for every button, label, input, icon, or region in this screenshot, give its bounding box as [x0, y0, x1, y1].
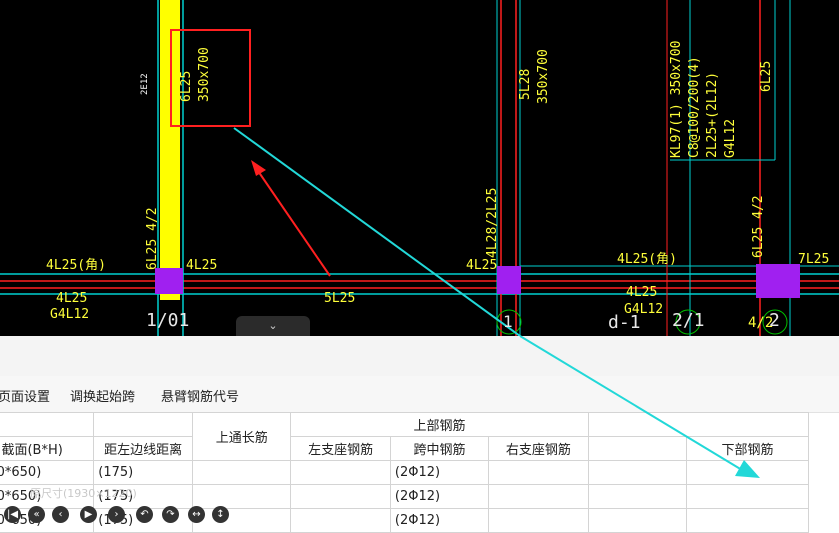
column-header[interactable] — [0, 412, 95, 437]
beam-spec-label: C8@100/200(4) — [687, 56, 702, 158]
cell-bottom-through[interactable] — [587, 460, 687, 485]
column-header-right-support[interactable]: 右支座钢筋 — [488, 436, 589, 461]
column-header-section[interactable]: 截面(B*H) — [0, 436, 95, 461]
cell-bottom-through[interactable] — [587, 508, 687, 533]
table-row[interactable]: (350*650) (175) (2Φ12) — [0, 460, 810, 485]
image-size-watermark: 原尺寸(1930×1220) — [30, 487, 137, 500]
chevron-down-icon: ⌄ — [268, 319, 278, 332]
back-icon[interactable]: ‹ — [52, 506, 69, 523]
column-header-bottom-through[interactable]: 下通长筋 — [587, 436, 687, 461]
play-icon[interactable]: ▶ — [80, 506, 97, 523]
cell-left-support[interactable] — [290, 484, 391, 509]
cell-section[interactable]: (350*650) — [0, 460, 95, 485]
cad-drawing-view[interactable]: 4L25(角) 4L25 4L25 G4L12 5L25 4L25 4L25(角… — [0, 0, 839, 336]
cell-mid-span[interactable]: (2Φ12) — [389, 508, 490, 533]
toolbar-cantilever-code[interactable]: 悬臂钢筋代号 — [161, 386, 239, 405]
cell-mid-span[interactable]: (2Φ12) — [389, 484, 490, 509]
cell-left-support[interactable] — [290, 508, 391, 533]
cell-right-support[interactable] — [488, 460, 589, 485]
cell-right-support[interactable] — [488, 508, 589, 533]
column-label: 6L25 — [759, 60, 774, 92]
axis-label: 1/01 — [146, 310, 190, 331]
cell-bottom-through[interactable] — [587, 484, 687, 509]
cell-right-support[interactable] — [488, 484, 589, 509]
column-size-label: 350x700 — [536, 49, 551, 104]
beam-label: 4L25(角) — [46, 258, 106, 273]
beam-label: 4L25(角) — [617, 252, 677, 267]
beam-label: 4L25 — [466, 258, 498, 273]
cell-top-through[interactable] — [192, 484, 292, 509]
group-header-top-rebar[interactable]: 上部钢筋 — [290, 412, 589, 437]
column-label: 4L28/2L25 — [485, 187, 500, 258]
axis-label: d-1 — [608, 312, 641, 333]
beam-spec-label: G4L12 — [723, 118, 738, 158]
undo-icon[interactable]: ↶ — [136, 506, 153, 523]
beam-label: 7L25 — [798, 252, 830, 267]
cell-bottom-rebar[interactable] — [685, 508, 810, 533]
first-icon[interactable]: |◀ — [4, 506, 21, 523]
viewer-controls: |◀ « ‹ ▶ › ↶ ↷ ↔ ↕ — [0, 506, 240, 524]
column-label: 5L28 — [518, 68, 533, 100]
column-header-mid-span[interactable]: 跨中钢筋 — [389, 436, 490, 461]
toolbar-swap-start-span[interactable]: 调换起始跨 — [70, 386, 135, 405]
redo-icon[interactable]: ↷ — [162, 506, 179, 523]
beam-label: 4L25 — [56, 291, 88, 306]
column-label: 6L25 — [179, 70, 194, 102]
cell-bottom-rebar[interactable] — [685, 460, 810, 485]
column-header[interactable] — [93, 412, 194, 437]
column-header-left-support[interactable]: 左支座钢筋 — [290, 436, 391, 461]
column-header-bottom-rebar[interactable]: 下部钢筋 — [685, 436, 810, 461]
cad-lines — [0, 0, 839, 336]
beam-label: 5L25 — [324, 291, 356, 306]
axis-label: 2 — [769, 310, 780, 331]
collapse-panel-button[interactable]: ⌄ — [236, 316, 310, 336]
prev-icon[interactable]: « — [28, 506, 45, 523]
column-header-top-through[interactable]: 上通长筋 — [192, 412, 292, 461]
cell-bottom-rebar[interactable] — [685, 484, 810, 509]
beam-label: 4L25 — [186, 258, 218, 273]
beam-label: 4L25 — [626, 285, 658, 300]
column-label: 2E12 — [140, 73, 150, 95]
cell-mid-span[interactable]: (2Φ12) — [389, 460, 490, 485]
next-icon[interactable]: › — [108, 506, 125, 523]
column-label: 6L25 4/2 — [751, 195, 766, 258]
column-header-offset[interactable]: 距左边线距离 — [93, 436, 194, 461]
group-header-bottom-rebar[interactable]: 下部钢筋 — [587, 412, 810, 437]
panel-toolbar: 页面设置 调换起始跨 悬臂钢筋代号 — [0, 376, 839, 413]
beam-spec-label: KL97(1) 350x700 — [669, 40, 684, 158]
beam-spec-label: 2L25+(2L12) — [705, 71, 720, 158]
axis-label: 1 — [503, 312, 513, 331]
cell-top-through[interactable] — [192, 460, 292, 485]
column-size-label: 350x700 — [197, 47, 212, 102]
fit-height-icon[interactable]: ↕ — [212, 506, 229, 523]
panel-spacer — [0, 336, 839, 376]
cell-left-support[interactable] — [290, 460, 391, 485]
axis-label: 2/1 — [672, 310, 705, 331]
beam-label: G4L12 — [50, 307, 90, 322]
cell-offset[interactable]: (175) — [93, 460, 194, 485]
column-label: 6L25 4/2 — [145, 207, 160, 270]
toolbar-page-settings[interactable]: 页面设置 — [0, 386, 50, 405]
fit-width-icon[interactable]: ↔ — [188, 506, 205, 523]
